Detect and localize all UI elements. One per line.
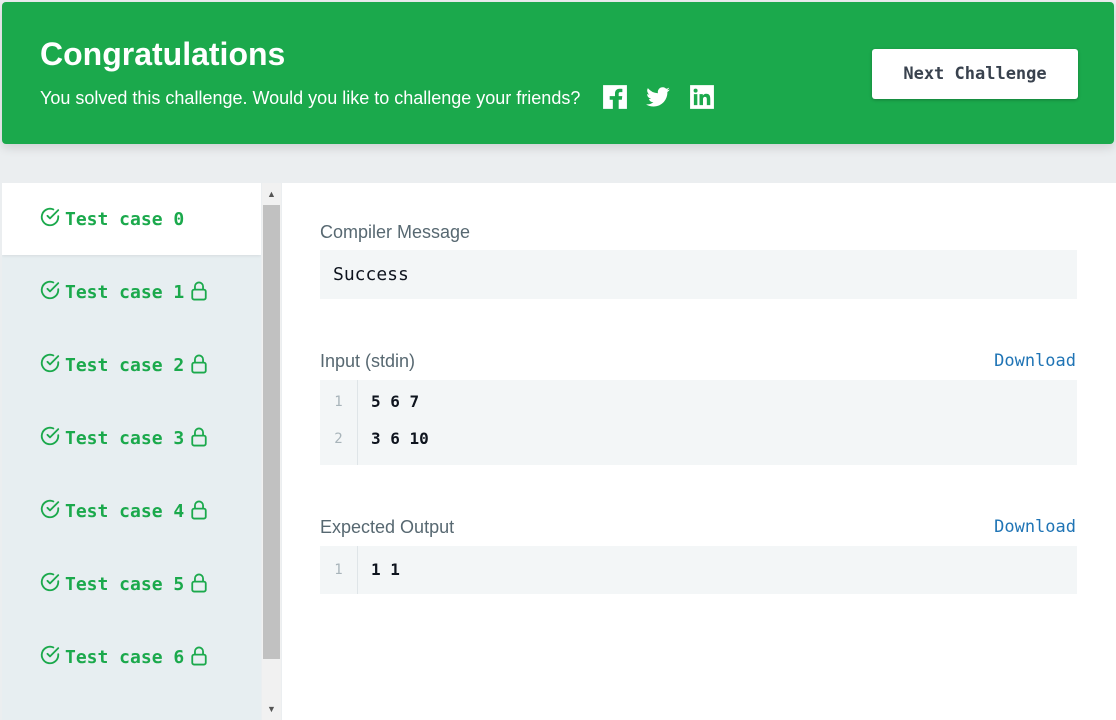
- line-text: 5 6 7: [371, 392, 420, 411]
- code-line: 2 3 6 10: [320, 421, 1077, 457]
- check-circle-icon: [40, 572, 60, 592]
- lock-icon: [191, 281, 207, 301]
- scroll-down-arrow-icon[interactable]: ▼: [262, 701, 281, 717]
- line-text: 3 6 10: [371, 429, 429, 448]
- expected-download-link[interactable]: Download: [994, 515, 1076, 539]
- compiler-message: Success: [320, 250, 1077, 299]
- expected-output-label: Expected Output: [320, 517, 455, 537]
- input-label: Input (stdin): [320, 351, 416, 371]
- line-text: 1 1: [371, 560, 400, 579]
- test-case-label: Test case 3: [65, 427, 185, 449]
- line-number: 1: [334, 562, 343, 578]
- test-case-0[interactable]: Test case 0: [2, 183, 261, 255]
- test-case-label: Test case 6: [65, 646, 185, 668]
- facebook-icon[interactable]: [602, 84, 628, 110]
- scroll-up-arrow-icon[interactable]: ▲: [262, 186, 281, 202]
- test-case-6[interactable]: Test case 6: [2, 621, 261, 693]
- compiler-message-label: Compiler Message: [320, 222, 471, 242]
- check-circle-icon: [40, 499, 60, 519]
- scrollbar-thumb[interactable]: [263, 205, 280, 659]
- lock-icon: [191, 354, 207, 374]
- lock-icon: [191, 646, 207, 666]
- test-case-label: Test case 5: [65, 573, 185, 595]
- sidebar-scrollbar[interactable]: ▲ ▼: [262, 183, 281, 720]
- linkedin-icon[interactable]: [689, 84, 715, 110]
- test-case-list: Test case 0 Test case 1 Test case 2 Test…: [2, 183, 261, 720]
- check-circle-icon: [40, 207, 60, 227]
- test-case-detail: Compiler Message Success Input (stdin) D…: [282, 183, 1116, 720]
- lock-icon: [191, 573, 207, 593]
- test-case-1[interactable]: Test case 1: [2, 256, 261, 328]
- check-circle-icon: [40, 645, 60, 665]
- lock-icon: [191, 427, 207, 447]
- check-circle-icon: [40, 426, 60, 446]
- check-circle-icon: [40, 353, 60, 373]
- test-case-2[interactable]: Test case 2: [2, 329, 261, 401]
- banner-title: Congratulations: [40, 36, 286, 72]
- check-circle-icon: [40, 280, 60, 300]
- input-code-block: 1 5 6 7 2 3 6 10: [320, 380, 1077, 465]
- test-case-3[interactable]: Test case 3: [2, 402, 261, 474]
- expected-code-block: 1 1 1: [320, 546, 1077, 594]
- test-case-label: Test case 4: [65, 500, 185, 522]
- next-challenge-button[interactable]: Next Challenge: [872, 49, 1078, 99]
- test-case-label: Test case 2: [65, 354, 185, 376]
- code-line: 1 5 6 7: [320, 384, 1077, 420]
- test-case-label: Test case 0: [65, 208, 185, 230]
- code-line: 1 1 1: [320, 552, 1077, 588]
- banner-subtitle: You solved this challenge. Would you lik…: [40, 88, 581, 108]
- input-download-link[interactable]: Download: [994, 349, 1076, 373]
- line-number: 2: [334, 431, 343, 447]
- test-case-label: Test case 1: [65, 281, 185, 303]
- twitter-icon[interactable]: [645, 84, 671, 110]
- congrats-banner: Congratulations You solved this challeng…: [2, 2, 1114, 144]
- test-case-5[interactable]: Test case 5: [2, 548, 261, 620]
- line-number: 1: [334, 394, 343, 410]
- lock-icon: [191, 500, 207, 520]
- test-case-4[interactable]: Test case 4: [2, 475, 261, 547]
